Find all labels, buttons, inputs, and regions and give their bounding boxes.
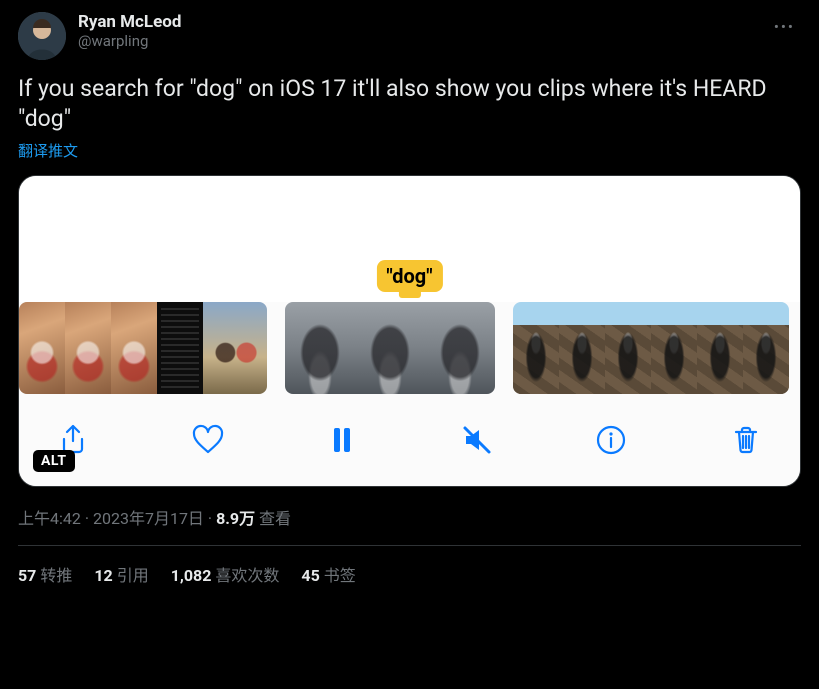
quotes-label: 引用 [117,566,149,585]
tweet-container: Ryan McLeod @warpling ••• If you search … [0,0,819,598]
likes-label: 喜欢次数 [215,566,279,585]
thumbnail[interactable] [559,302,605,394]
thumbnail[interactable] [355,302,425,394]
tweet-header: Ryan McLeod @warpling ••• [18,12,801,60]
bookmarks-count: 45 [301,566,319,585]
pause-icon [325,423,359,457]
tweet-stats: 57转推 12 引用 1,082喜欢次数 45 书签 [18,546,801,586]
thumbnail[interactable] [203,302,267,394]
avatar-image [18,12,66,60]
thumbnail[interactable] [65,302,111,394]
info-icon [594,423,628,457]
quotes-count: 12 [94,566,112,585]
display-name[interactable]: Ryan McLeod [78,12,181,32]
thumbnail[interactable] [285,302,355,394]
info-button[interactable] [591,420,631,460]
clip-group-2[interactable] [285,302,495,394]
meta-sep: · [204,509,216,528]
thumbnail[interactable] [697,302,743,394]
avatar[interactable] [18,12,66,60]
handle[interactable]: @warpling [78,32,181,50]
meta-sep: · [81,509,93,528]
thumbnail[interactable] [19,302,65,394]
trash-button[interactable] [726,420,766,460]
speaker-muted-icon [460,423,494,457]
likes-count: 1,082 [171,566,212,585]
bookmarks-stat[interactable]: 45 书签 [301,562,355,586]
thumbnail[interactable] [605,302,651,394]
bookmarks-label: 书签 [324,566,356,585]
like-button[interactable] [188,420,228,460]
quotes-stat[interactable]: 12 引用 [94,562,148,586]
thumbnail[interactable] [513,302,559,394]
alt-badge[interactable]: ALT [33,450,75,472]
author-names: Ryan McLeod @warpling [78,12,181,50]
views-count[interactable]: 8.9万 [216,509,255,528]
tweet-text: If you search for "dog" on iOS 17 it'll … [18,74,801,134]
thumbnail[interactable] [157,302,203,394]
tweet-time[interactable]: 上午4:42 [18,509,81,528]
media-toolbar [19,400,800,486]
pause-button[interactable] [322,420,362,460]
clip-group-3[interactable] [513,302,789,394]
translate-link[interactable]: 翻译推文 [18,140,801,161]
media-top-area: "dog" [19,176,800,302]
retweets-count: 57 [18,566,36,585]
mute-button[interactable] [457,420,497,460]
trash-icon [729,423,763,457]
tweet-meta: 上午4:42 · 2023年7月17日 · 8.9万 查看 [18,505,801,529]
video-filmstrip[interactable] [19,302,800,400]
thumbnail[interactable] [651,302,697,394]
tweet-date[interactable]: 2023年7月17日 [93,509,204,528]
search-term-tooltip: "dog" [376,260,442,292]
media-card[interactable]: "dog" [18,175,801,487]
thumbnail[interactable] [425,302,495,394]
clip-group-1[interactable] [19,302,267,394]
thumbnail[interactable] [743,302,789,394]
thumbnail[interactable] [111,302,157,394]
retweets-stat[interactable]: 57转推 [18,562,72,586]
views-label: 查看 [255,509,291,528]
likes-stat[interactable]: 1,082喜欢次数 [171,562,280,586]
heart-icon [191,423,225,457]
retweets-label: 转推 [40,566,72,585]
more-button[interactable]: ••• [768,12,801,42]
